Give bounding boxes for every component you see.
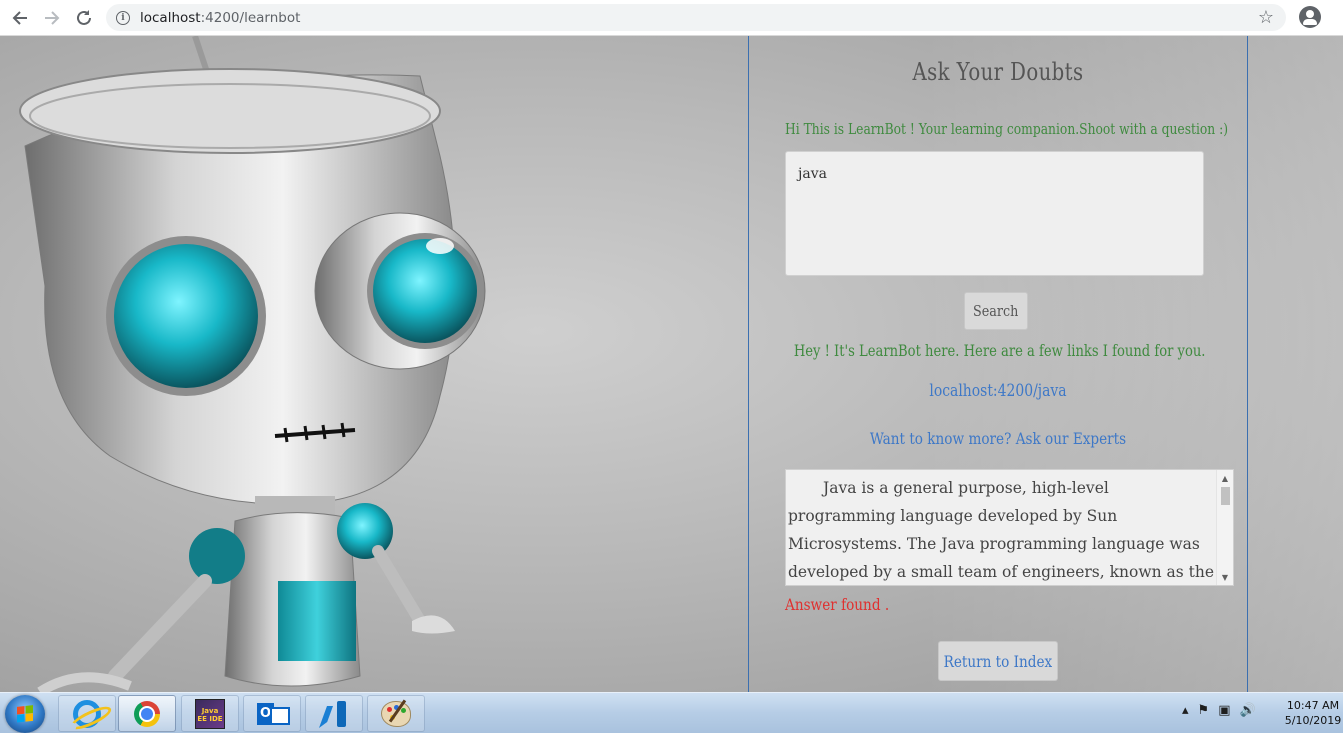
chrome-icon [134,700,160,727]
system-clock[interactable]: 10:47 AM 5/10/2019 [1283,698,1343,728]
taskbar-internet-explorer[interactable] [58,695,116,732]
arrow-right-icon [45,11,60,25]
greeting-text: Hi This is LearnBot ! Your learning comp… [785,120,1229,138]
action-center-flag-icon[interactable]: ⚑ [1198,703,1210,718]
browser-toolbar: i localhost:4200/learnbot ☆ [0,0,1343,36]
internet-explorer-icon [73,699,101,728]
taskbar-java-ee-ide[interactable]: Java EE IDE [181,695,239,732]
ask-experts-link[interactable]: Want to know more? Ask our Experts [786,429,1209,448]
scroll-up-icon[interactable]: ▲ [1217,471,1233,485]
bookmark-star-icon[interactable]: ☆ [1258,7,1274,28]
info-icon[interactable]: i [116,10,130,25]
answer-scrollbar[interactable]: ▲ ▼ [1216,470,1233,585]
account-icon[interactable] [1299,6,1321,28]
question-value: java [798,166,827,182]
clock-date: 5/10/2019 [1284,714,1342,727]
bot-reply-text: Hey ! It's LearnBot here. Here are a few… [793,341,1206,360]
paint-icon [381,700,411,727]
forward-button[interactable] [40,6,64,30]
scroll-thumb[interactable] [1221,487,1230,505]
page-background: Ask Your Doubts Hi This is LearnBot ! Yo… [0,36,1343,692]
volume-icon[interactable]: 🔊 [1239,703,1255,718]
reload-icon [77,10,91,25]
taskbar-outlook[interactable] [243,695,301,732]
return-button-label: Return to Index [943,651,1053,671]
vscode-icon [320,700,348,728]
search-button-label: Search [973,302,1019,320]
robot-illustration [19,36,486,692]
address-url[interactable]: localhost:4200/learnbot [140,10,300,26]
answer-text: Java is a general purpose, high-level pr… [788,479,1215,581]
java-ee-ide-icon: Java EE IDE [195,698,225,729]
system-tray: ▴ ⚑ ▣ 🔊 [1182,703,1256,718]
show-hidden-icons-icon[interactable]: ▴ [1182,703,1189,718]
reload-button[interactable] [72,6,96,30]
back-button[interactable] [8,6,32,30]
result-link[interactable]: localhost:4200/java [794,381,1202,401]
scroll-down-icon[interactable]: ▼ [1217,570,1233,584]
status-message: Answer found . [785,595,890,614]
clock-time: 10:47 AM [1286,699,1340,712]
taskbar-vscode[interactable] [305,695,363,732]
taskbar-paint[interactable] [367,695,425,732]
learnbot-panel: Ask Your Doubts Hi This is LearnBot ! Yo… [748,36,1248,692]
address-bar[interactable]: i localhost:4200/learnbot ☆ [106,4,1286,31]
page-title: Ask Your Doubts [912,58,1084,86]
question-textarea[interactable]: java [785,151,1204,276]
search-button[interactable]: Search [964,292,1028,330]
start-button[interactable] [5,695,45,733]
network-icon[interactable]: ▣ [1218,703,1230,718]
outlook-icon [257,700,290,728]
answer-textarea[interactable]: Java is a general purpose, high-level pr… [785,469,1234,586]
arrow-left-icon [12,11,27,25]
taskbar: Java EE IDE ▴ ⚑ ▣ 🔊 10:47 AM 5/10/2019 [0,692,1343,733]
taskbar-chrome[interactable] [118,695,176,732]
return-to-index-button[interactable]: Return to Index [938,641,1058,681]
